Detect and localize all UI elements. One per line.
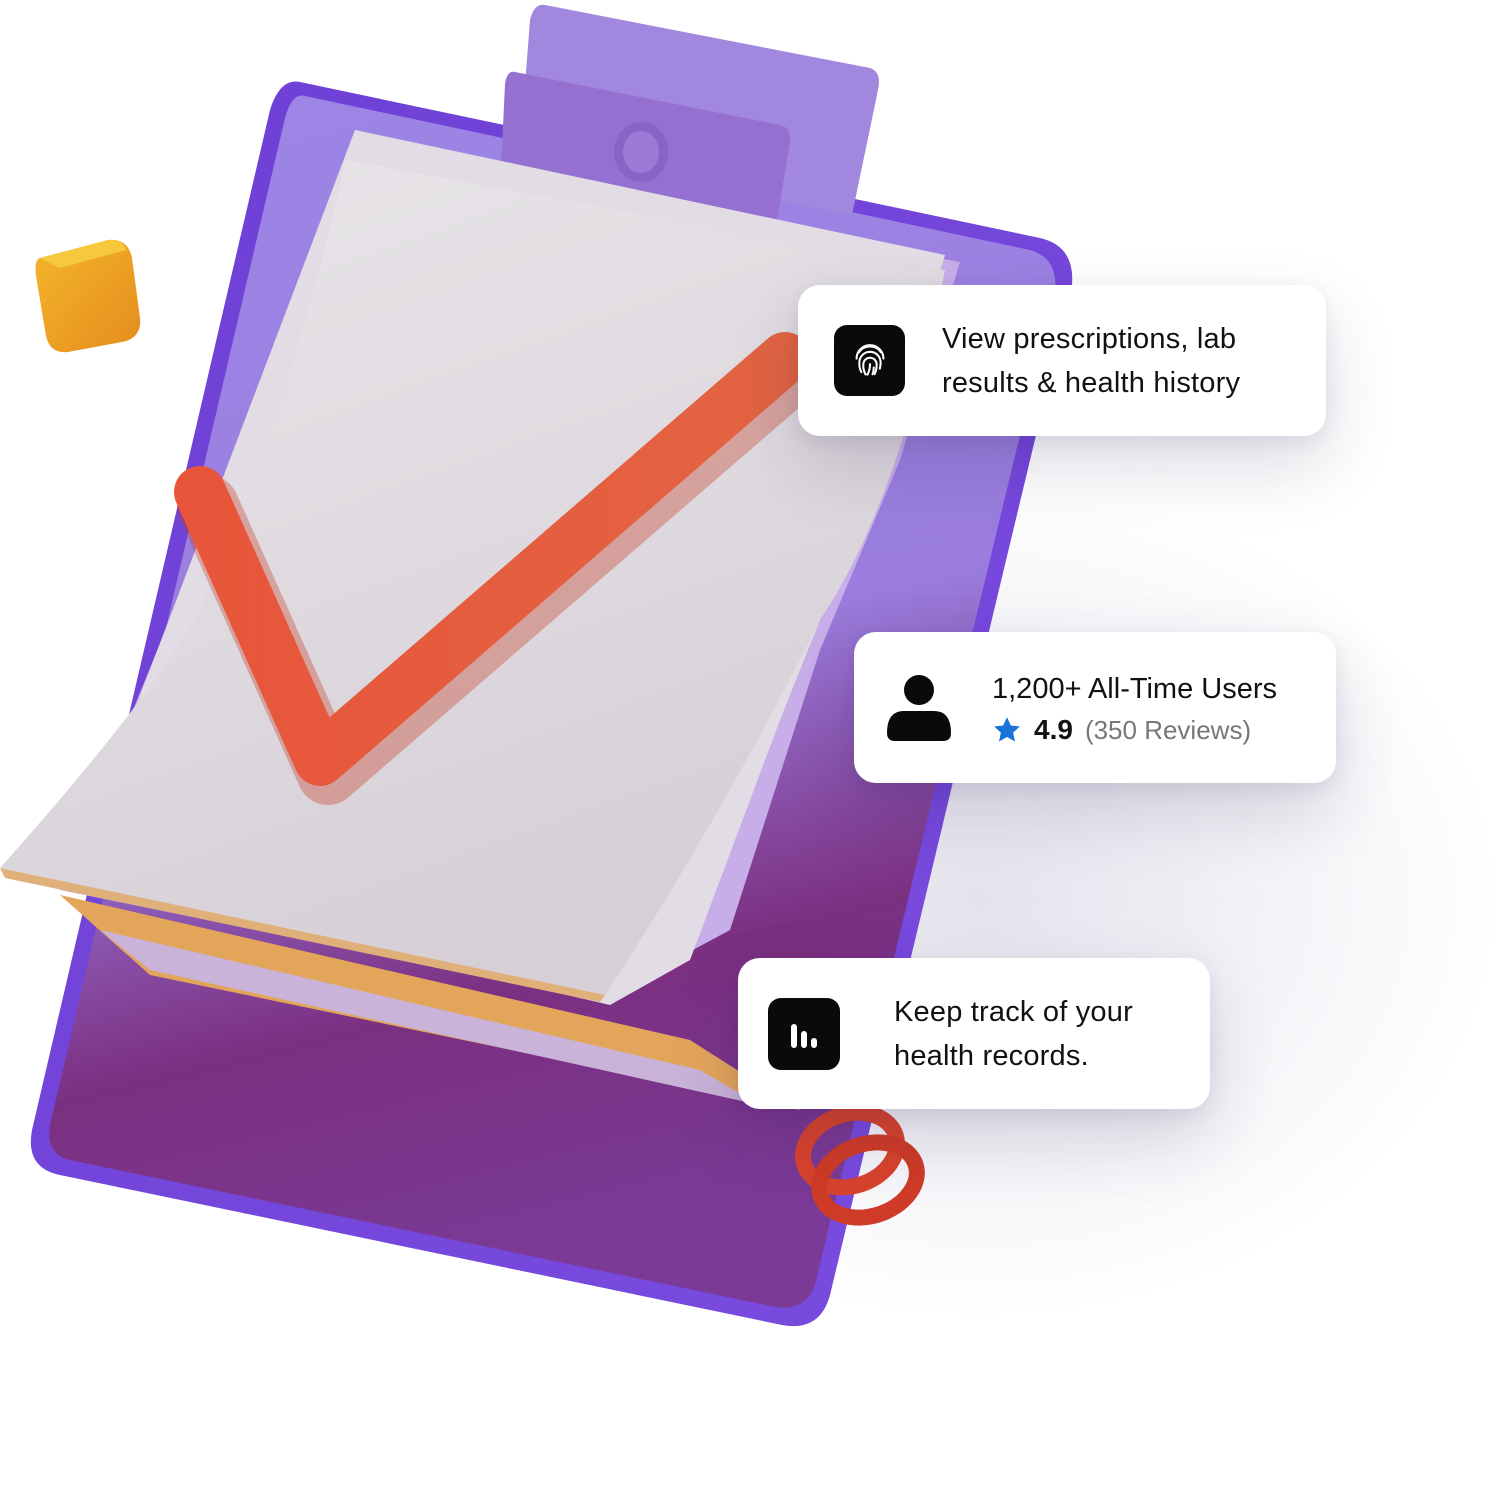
bar-chart-icon-tile bbox=[768, 997, 840, 1070]
users-rating-card: 1,200+ All-Time Users 4.9 (350 Reviews) bbox=[854, 632, 1336, 783]
hero-stage: View prescriptions, lab results & health… bbox=[0, 0, 1503, 1485]
prescriptions-card: View prescriptions, lab results & health… bbox=[798, 285, 1326, 436]
fingerprint-icon bbox=[855, 343, 884, 376]
users-count: 1,200+ All-Time Users bbox=[992, 673, 1278, 705]
prescriptions-line-2: results & health history bbox=[942, 366, 1241, 399]
review-count: (350 Reviews) bbox=[1084, 714, 1252, 745]
health-records-line-2: health records. bbox=[894, 1039, 1089, 1072]
users-stats: 1,200+ All-Time Users 4.9 (350 Reviews) bbox=[992, 669, 1277, 746]
health-records-text: Keep track of your health records. bbox=[894, 990, 1210, 1078]
fingerprint-icon-tile bbox=[834, 325, 905, 396]
rating-value: 4.9 bbox=[1034, 714, 1073, 745]
prescriptions-line-1: View prescriptions, lab bbox=[942, 322, 1237, 355]
health-records-line-1: Keep track of your bbox=[894, 995, 1133, 1028]
bar-chart-icon bbox=[791, 1023, 817, 1048]
prescriptions-text: View prescriptions, lab results & health… bbox=[942, 317, 1302, 405]
star-icon bbox=[994, 717, 1020, 742]
health-records-card: Keep track of your health records. bbox=[738, 958, 1210, 1109]
rating-row: 4.9 (350 Reviews) bbox=[992, 714, 1277, 746]
user-icon bbox=[887, 674, 951, 741]
